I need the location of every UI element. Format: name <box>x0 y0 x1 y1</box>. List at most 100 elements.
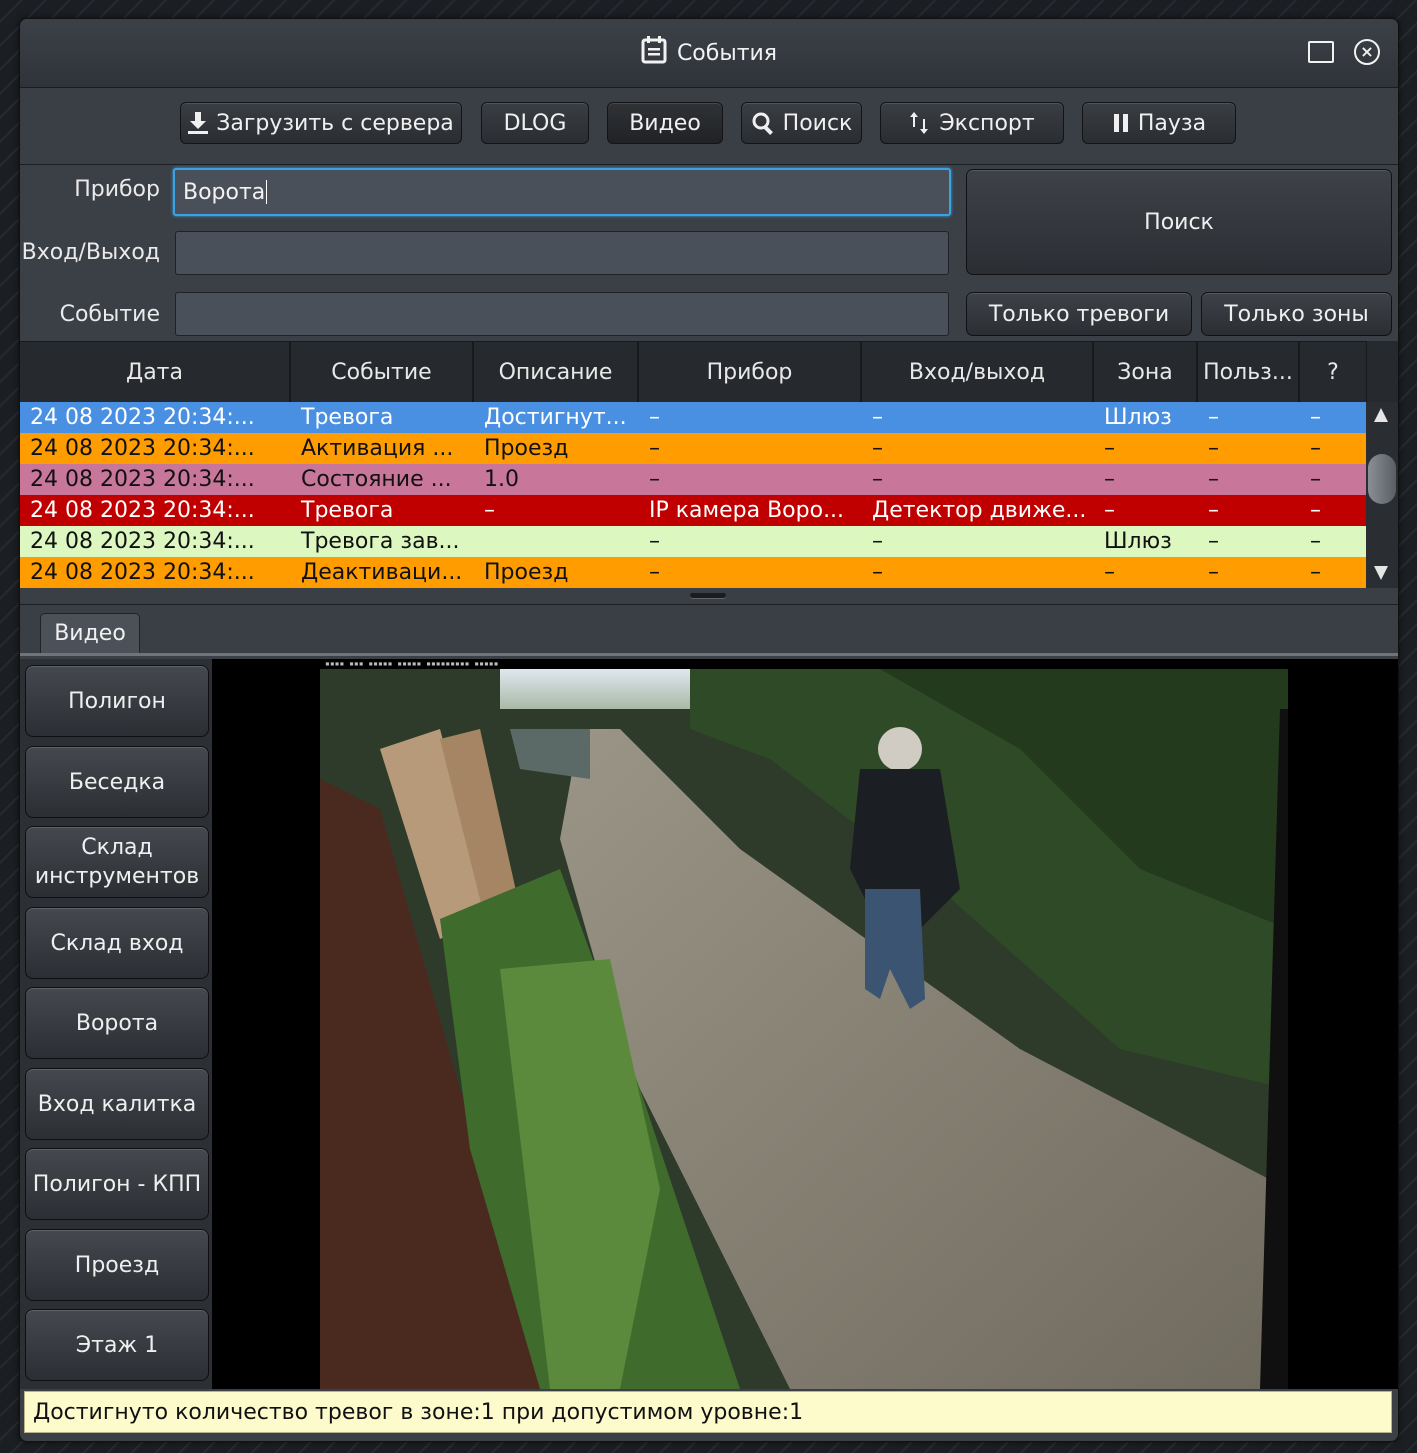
toolbar: Загрузить с сервера DLOG Видео Поиск Экс… <box>20 88 1398 165</box>
close-icon[interactable]: × <box>1354 39 1380 65</box>
table-scrollbar[interactable] <box>1366 402 1398 588</box>
camera-frame[interactable] <box>320 669 1288 1389</box>
table-cell: – <box>872 436 883 461</box>
sidebar-item-wicket[interactable]: Вход калитка <box>25 1068 209 1140</box>
sidebar-item-polygon[interactable]: Полигон <box>25 665 209 737</box>
search-button[interactable]: Поиск <box>966 169 1392 275</box>
table-cell: – <box>1208 436 1219 461</box>
table-cell: Тревога <box>301 405 394 430</box>
device-value: Ворота <box>183 179 266 205</box>
device-label: Прибор <box>74 177 160 202</box>
camera-sidebar: Полигон Беседка Склад инструментов Склад… <box>20 659 212 1389</box>
video-button[interactable]: Видео <box>607 102 723 144</box>
table-cell: IP камера Воро... <box>649 498 845 523</box>
table-header-corner <box>1366 341 1398 403</box>
column-date[interactable]: Дата <box>20 342 291 402</box>
table-cell: – <box>1310 467 1321 492</box>
dlog-label: DLOG <box>503 110 567 136</box>
table-cell: 24 08 2023 20:34:... <box>30 560 255 585</box>
table-cell: – <box>649 560 660 585</box>
sidebar-item-floor-1[interactable]: Этаж 1 <box>25 1309 209 1381</box>
device-field[interactable]: Ворота <box>173 168 951 216</box>
table-cell: – <box>1310 498 1321 523</box>
table-cell: Проезд <box>484 436 569 461</box>
table-cell: – <box>872 467 883 492</box>
table-cell: – <box>1310 405 1321 430</box>
table-cell: – <box>1310 560 1321 585</box>
table-cell: Тревога зав... <box>301 529 460 554</box>
scroll-down-icon[interactable] <box>1374 566 1388 580</box>
sidebar-item-gazebo[interactable]: Беседка <box>25 746 209 818</box>
table-cell: 24 08 2023 20:34:... <box>30 436 255 461</box>
table-cell: – <box>649 405 660 430</box>
table-cell: 24 08 2023 20:34:... <box>30 498 255 523</box>
column-description[interactable]: Описание <box>474 342 639 402</box>
table-row[interactable]: 24 08 2023 20:34:... Тревога – IP камера Во… <box>20 495 1366 526</box>
sidebar-item-passage[interactable]: Проезд <box>25 1229 209 1301</box>
table-cell: Состояние ... <box>301 467 452 492</box>
table-cell: – <box>484 498 495 523</box>
table-row[interactable]: 24 08 2023 20:34:... Деактиваци... Проезд –… <box>20 557 1366 588</box>
status-message: Достигнуто количество тревог в зоне:1 пр… <box>24 1391 1392 1433</box>
table-cell: – <box>872 560 883 585</box>
dlog-button[interactable]: DLOG <box>481 102 589 144</box>
only-alarms-button[interactable]: Только тревоги <box>966 292 1192 336</box>
event-field[interactable] <box>175 292 949 336</box>
maximize-icon[interactable] <box>1308 41 1334 63</box>
split-pane-divider[interactable] <box>20 588 1398 605</box>
export-button[interactable]: Экспорт <box>880 102 1064 144</box>
table-cell: 24 08 2023 20:34:... <box>30 405 255 430</box>
export-label: Экспорт <box>939 110 1035 136</box>
column-zone[interactable]: Зона <box>1094 342 1198 402</box>
only-zones-button[interactable]: Только зоны <box>1201 292 1392 336</box>
io-field[interactable] <box>175 231 949 275</box>
column-device[interactable]: Прибор <box>639 342 862 402</box>
table-cell: 24 08 2023 20:34:... <box>30 529 255 554</box>
table-row[interactable]: 24 08 2023 20:34:... Тревога зав... – – Шлюз… <box>20 526 1366 557</box>
table-cell: – <box>1208 405 1219 430</box>
table-cell: – <box>1104 467 1115 492</box>
sidebar-item-tool-storage[interactable]: Склад инструментов <box>25 826 209 898</box>
column-user[interactable]: Польз... <box>1198 342 1300 402</box>
tab-bar: Видео <box>20 605 1398 656</box>
table-row[interactable]: 24 08 2023 20:34:... Состояние ... 1.0 – – – –… <box>20 464 1366 495</box>
pause-button[interactable]: Пауза <box>1082 102 1236 144</box>
table-cell: – <box>1208 467 1219 492</box>
title-bar: События × <box>20 19 1398 88</box>
events-window: События × Загрузить с сервера DLOG Видео… <box>19 18 1399 1442</box>
table-cell: Шлюз <box>1104 405 1172 430</box>
download-icon <box>188 112 209 134</box>
table-cell: – <box>1208 560 1219 585</box>
splitter-grip-icon[interactable] <box>690 593 726 598</box>
column-io[interactable]: Вход/выход <box>862 342 1094 402</box>
video-label: Видео <box>629 110 701 136</box>
download-from-server-button[interactable]: Загрузить с сервера <box>180 102 462 144</box>
sidebar-item-storage-entry[interactable]: Склад вход <box>25 907 209 979</box>
camera-image <box>320 669 1288 1389</box>
sidebar-item-polygon-checkpoint[interactable]: Полигон - КПП <box>25 1148 209 1220</box>
tab-video[interactable]: Видео <box>40 613 140 653</box>
table-cell: Шлюз <box>1104 529 1172 554</box>
table-cell: – <box>649 467 660 492</box>
events-table-body: 24 08 2023 20:34:... Тревога Достигнут... –… <box>20 402 1366 588</box>
table-cell: Деактиваци... <box>301 560 463 585</box>
table-cell: – <box>1208 498 1219 523</box>
table-cell: – <box>1310 529 1321 554</box>
sidebar-item-gate[interactable]: Ворота <box>25 987 209 1059</box>
table-cell: – <box>1104 498 1115 523</box>
table-cell: Активация ... <box>301 436 454 461</box>
search-icon <box>752 112 773 135</box>
table-row[interactable]: 24 08 2023 20:34:... Тревога Достигнут... –… <box>20 402 1366 433</box>
column-unknown[interactable]: ? <box>1300 342 1366 402</box>
scroll-thumb[interactable] <box>1368 454 1396 504</box>
download-label: Загрузить с сервера <box>216 110 454 136</box>
table-cell: – <box>1310 436 1321 461</box>
camera-timestamp-overlay: ▪▪▪▪ ▪▪▪ ▪▪▪▪▪ ▪▪▪▪▪ ▪▪▪▪▪▪▪▪▪ ▪▪▪▪▪ <box>325 659 499 668</box>
search-toolbar-button[interactable]: Поиск <box>741 102 862 144</box>
table-row[interactable]: 24 08 2023 20:34:... Активация ... Проезд –… <box>20 433 1366 464</box>
scroll-up-icon[interactable] <box>1374 408 1388 422</box>
column-event[interactable]: Событие <box>291 342 474 402</box>
table-cell: – <box>649 529 660 554</box>
io-label: Вход/Выход <box>21 240 160 265</box>
table-cell: 24 08 2023 20:34:... <box>30 467 255 492</box>
